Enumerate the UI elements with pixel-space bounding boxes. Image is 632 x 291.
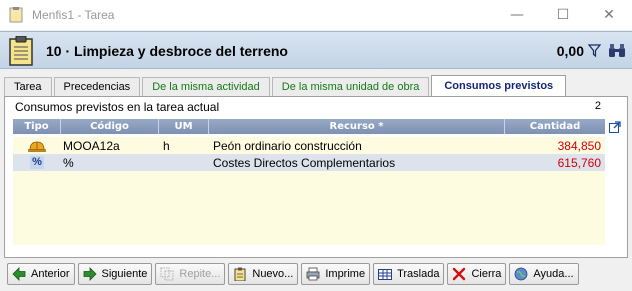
- repite-button[interactable]: Repite...: [155, 263, 225, 285]
- consumos-panel: Consumos previstos en la tarea actual 2 …: [4, 96, 628, 258]
- cell-cantidad: 384,850: [505, 137, 605, 154]
- ayuda-button[interactable]: Ayuda...: [509, 263, 578, 285]
- task-title: 10 · Limpieza y desbroce del terreno: [46, 43, 288, 59]
- anterior-button[interactable]: Anterior: [7, 263, 75, 285]
- task-header: 10 · Limpieza y desbroce del terreno 0,0…: [0, 31, 632, 69]
- binoculars-icon[interactable]: [608, 43, 626, 58]
- printer-icon: [306, 267, 320, 281]
- grid-body: MOOA12a h Peón ordinario construcción 38…: [13, 137, 605, 245]
- anterior-label: Anterior: [31, 268, 70, 280]
- cell-cantidad: 615,760: [505, 154, 605, 171]
- percent-icon: %: [30, 156, 44, 169]
- maximize-button[interactable]: ☐: [540, 0, 586, 30]
- arrow-left-icon: [12, 267, 26, 281]
- panel-caption: Consumos previstos en la tarea actual: [15, 100, 219, 114]
- filter-icon[interactable]: [588, 44, 601, 58]
- column-header-recurso[interactable]: Recurso *: [209, 119, 505, 134]
- cell-recurso: Costes Directos Complementarios: [209, 154, 505, 171]
- column-header-codigo[interactable]: Código: [61, 119, 159, 134]
- tab-precedencias[interactable]: Precedencias: [54, 77, 141, 96]
- cell-codigo: MOOA12a: [61, 137, 159, 154]
- close-x-icon: [452, 267, 466, 281]
- table-row[interactable]: MOOA12a h Peón ordinario construcción 38…: [13, 137, 605, 154]
- tab-consumos-previstos[interactable]: Consumos previstos: [431, 75, 566, 96]
- cierra-label: Cierra: [471, 268, 501, 280]
- column-header-tipo[interactable]: Tipo: [13, 119, 61, 134]
- cierra-button[interactable]: Cierra: [447, 263, 506, 285]
- cell-um: [159, 154, 209, 171]
- window-title: Menfis1 - Tarea: [32, 8, 114, 22]
- siguiente-label: Siguiente: [102, 268, 148, 280]
- tab-strip: Tarea Precedencias De la misma actividad…: [4, 77, 568, 96]
- imprime-label: Imprime: [325, 268, 365, 280]
- tab-misma-actividad[interactable]: De la misma actividad: [142, 77, 270, 96]
- help-globe-icon: [514, 267, 528, 281]
- button-bar: Anterior Siguiente Repite... Nuevo... Im…: [7, 263, 582, 285]
- imprime-button[interactable]: Imprime: [301, 263, 370, 285]
- arrow-right-icon: [83, 267, 97, 281]
- new-document-icon: [233, 267, 247, 281]
- close-button[interactable]: ✕: [586, 0, 632, 30]
- traslada-button[interactable]: Traslada: [373, 263, 444, 285]
- task-value: 0,00: [557, 43, 584, 59]
- cell-recurso: Peón ordinario construcción: [209, 137, 505, 154]
- tab-misma-unidad-obra[interactable]: De la misma unidad de obra: [272, 77, 430, 96]
- move-grid-icon: [378, 267, 392, 281]
- tab-tarea[interactable]: Tarea: [4, 77, 52, 96]
- nuevo-label: Nuevo...: [252, 268, 293, 280]
- column-header-cantidad[interactable]: Cantidad: [505, 119, 605, 134]
- grid-header: Tipo Código UM Recurso * Cantidad: [13, 119, 605, 134]
- consumos-grid: Tipo Código UM Recurso * Cantidad MOOA12…: [13, 119, 605, 245]
- table-row[interactable]: % % Costes Directos Complementarios 615,…: [13, 154, 605, 171]
- app-icon: [8, 7, 24, 23]
- ayuda-label: Ayuda...: [533, 268, 573, 280]
- cell-codigo: %: [61, 154, 159, 171]
- siguiente-button[interactable]: Siguiente: [78, 263, 153, 285]
- repeat-icon: [160, 267, 174, 281]
- nuevo-button[interactable]: Nuevo...: [228, 263, 298, 285]
- record-count: 2: [595, 100, 601, 112]
- title-bar: Menfis1 - Tarea — ☐ ✕: [0, 0, 632, 30]
- column-header-um[interactable]: UM: [159, 119, 209, 134]
- external-link-icon[interactable]: [609, 121, 621, 133]
- repite-label: Repite...: [179, 268, 220, 280]
- helmet-icon: [28, 140, 46, 152]
- clipboard-icon: [8, 36, 34, 66]
- cell-um: h: [159, 137, 209, 154]
- minimize-button[interactable]: —: [494, 0, 540, 30]
- traslada-label: Traslada: [397, 268, 439, 280]
